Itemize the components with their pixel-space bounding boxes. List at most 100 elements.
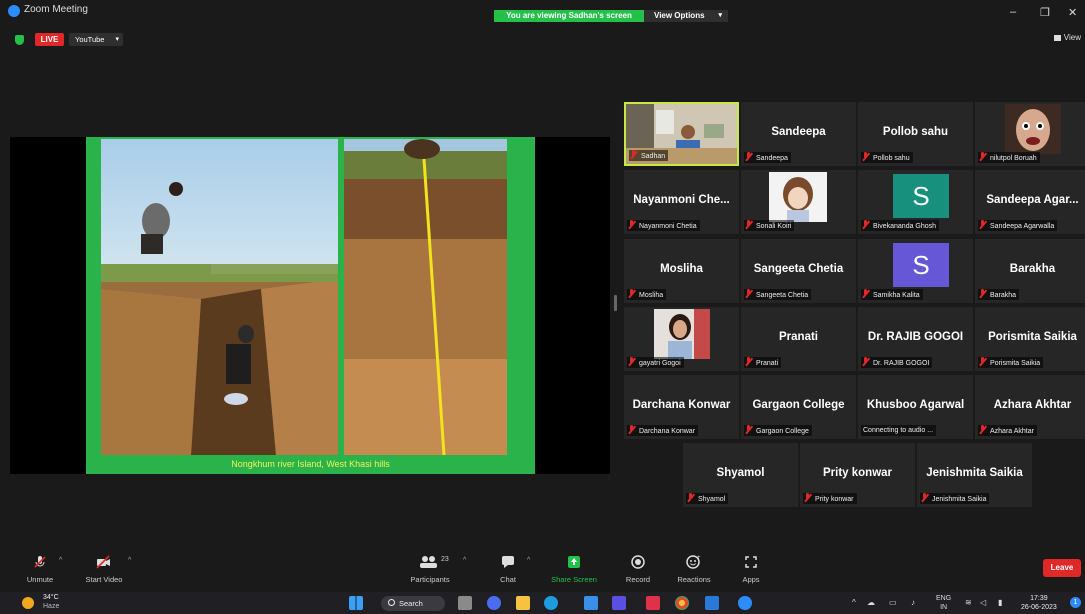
participant-tile-dr-rajib-gogoi[interactable]: Dr. RAJIB GOGOI Dr. RAJIB GOGOI [858, 307, 973, 371]
system-clock[interactable]: 17:39 26-06-2023 [1021, 594, 1057, 612]
chrome-browser-icon[interactable] [675, 596, 689, 610]
unmute-label: Unmute [26, 575, 54, 584]
panel-splitter-handle[interactable] [614, 295, 617, 311]
participant-tile-porismita-saikia[interactable]: Porismita Saikia Porismita Saikia [975, 307, 1085, 371]
participant-photo [654, 309, 710, 359]
mail-app-icon[interactable] [705, 596, 719, 610]
participant-name-text: Nayanmoni Chetia [639, 223, 697, 230]
participant-name-label: Sadhan [629, 150, 669, 161]
participant-name-label: Prity konwar [803, 493, 857, 504]
participant-display-name: Gargaon College [752, 399, 845, 411]
participants-options-caret[interactable]: ^ [463, 557, 466, 564]
minimize-button[interactable]: – [1010, 6, 1016, 18]
participant-tile-pollob-sahu[interactable]: Pollob sahu Pollob sahu [858, 102, 973, 166]
participant-tile-sandeepa[interactable]: Sandeepa Sandeepa [741, 102, 856, 166]
participant-name-text: Connecting to audio ... [863, 427, 934, 434]
maximize-button[interactable]: ❐ [1040, 6, 1050, 19]
participant-tile-prity-konwar[interactable]: Prity konwar Prity konwar [800, 443, 915, 507]
edge-browser-icon[interactable] [544, 596, 558, 610]
trench-photo-illustration [101, 182, 338, 455]
muted-microphone-icon [744, 152, 753, 161]
zoom-logo-icon [8, 5, 20, 17]
show-hidden-icons-chevron[interactable]: ^ [852, 598, 856, 607]
view-button[interactable]: View [1053, 33, 1081, 42]
task-view-icon[interactable] [458, 596, 472, 610]
participant-tile-azhara-akhtar[interactable]: Azhara Akhtar Azhara Akhtar [975, 375, 1085, 439]
participant-name-text: Prity konwar [815, 496, 854, 503]
participant-name-text: Jenishmita Saikia [932, 496, 987, 503]
chat-button[interactable]: Chat [494, 555, 522, 584]
participant-tile-sangeeta-chetia[interactable]: Sangeeta Chetia Sangeeta Chetia [741, 239, 856, 303]
unmute-button[interactable]: Unmute [22, 555, 58, 584]
chat-options-caret[interactable]: ^ [527, 557, 530, 564]
windows-start-icon[interactable] [349, 596, 363, 610]
participant-name-label: Sonali Koiri [744, 220, 795, 231]
language-indicator[interactable]: ENG IN [936, 594, 951, 612]
battery-icon[interactable]: ▮ [998, 598, 1002, 607]
participant-tile-barakha[interactable]: Barakha Barakha [975, 239, 1085, 303]
participant-tile-shyamol[interactable]: Shyamol Shyamol [683, 443, 798, 507]
participant-name-text: Darchana Konwar [639, 428, 696, 435]
audio-options-caret[interactable]: ^ [59, 557, 62, 564]
start-video-button[interactable]: Start Video [80, 555, 128, 584]
youtube-stream-button[interactable]: YouTube ▾ [69, 33, 123, 46]
reactions-button[interactable]: + Reactions [672, 555, 716, 584]
soil-profile-photo [344, 139, 507, 455]
live-badge[interactable]: LIVE [35, 33, 64, 46]
initial-avatar: S [893, 174, 949, 218]
share-screen-button[interactable]: Share Screen [546, 555, 602, 584]
clock-date: 26-06-2023 [1021, 604, 1057, 611]
participant-tile-nilutpol-boruah[interactable]: nilutpol Boruah [975, 102, 1085, 166]
participant-tile-darchana-konwar[interactable]: Darchana Konwar Darchana Konwar [624, 375, 739, 439]
participant-tile-gayatri-gogoi[interactable]: gayatri Gogoi [624, 307, 739, 371]
participant-name-text: Samikha Kalita [873, 292, 920, 299]
close-button[interactable]: ✕ [1068, 6, 1077, 19]
participant-name-text: Shyamol [698, 496, 726, 503]
participant-name-label: Samikha Kalita [861, 289, 923, 300]
security-app-icon[interactable] [646, 596, 660, 610]
record-button[interactable]: Record [620, 555, 656, 584]
muted-microphone-icon [22, 555, 58, 569]
microphone-tray-icon[interactable]: ♪ [911, 598, 915, 607]
zoom-meeting-window: Zoom Meeting – ❐ ✕ You are viewing Sadha… [0, 0, 1085, 614]
participant-tile-sandeepa-agarwalla[interactable]: Sandeepa Agar... Sandeepa Agarwalla [975, 170, 1085, 234]
participant-tile-bivekananda-ghosh[interactable]: S Bivekananda Ghosh [858, 170, 973, 234]
cloud-sync-icon[interactable]: ☁ [867, 598, 875, 607]
participant-name-label: Azhara Akhtar [978, 425, 1037, 436]
muted-microphone-icon [686, 493, 695, 502]
participant-tile-sadhan[interactable]: Sadhan [624, 102, 739, 166]
participant-tile-samikha-kalita[interactable]: S Samikha Kalita [858, 239, 973, 303]
notification-badge[interactable]: 1 [1070, 597, 1081, 608]
view-options-button[interactable]: View Options ▾ [644, 10, 728, 22]
taskbar-search[interactable]: Search [381, 596, 445, 611]
video-options-caret[interactable]: ^ [128, 557, 131, 564]
chat-app-icon[interactable] [487, 596, 501, 610]
participant-name-label: Barakha [978, 289, 1020, 300]
battery-tray-icon[interactable]: ▭ [889, 598, 897, 607]
participant-tile-nayanmoni-chetia[interactable]: Nayanmoni Che... Nayanmoni Chetia [624, 170, 739, 234]
windows-taskbar [0, 592, 1085, 614]
leave-button[interactable]: Leave [1043, 559, 1081, 577]
encryption-shield-icon[interactable] [15, 35, 24, 45]
wifi-icon[interactable]: ≋ [965, 598, 972, 607]
muted-microphone-icon [920, 493, 929, 502]
chevron-down-icon: ▾ [115, 36, 119, 43]
participants-button[interactable]: Participants [402, 555, 458, 584]
view-label: View [1063, 33, 1081, 42]
apps-button[interactable]: Apps [734, 555, 768, 584]
file-explorer-icon[interactable] [516, 596, 530, 610]
participant-name-label: Sangeeta Chetia [744, 289, 812, 300]
volume-icon[interactable]: ◁ [980, 598, 986, 607]
zoom-app-icon[interactable] [738, 596, 752, 610]
participant-tile-jenishmita-saikia[interactable]: Jenishmita Saikia Jenishmita Saikia [917, 443, 1032, 507]
participant-tile-sonali-koiri[interactable]: Sonali Koiri [741, 170, 856, 234]
trench-photo [101, 139, 338, 455]
microsoft-store-icon[interactable] [584, 596, 598, 610]
participant-name-label: Porismita Saikia [978, 357, 1044, 368]
participant-tile-connecting-to-audio[interactable]: Khusboo Agarwal Connecting to audio ... [858, 375, 973, 439]
participant-tile-mosliha[interactable]: Mosliha Mosliha [624, 239, 739, 303]
participant-tile-pranati[interactable]: Pranati Pranati [741, 307, 856, 371]
participant-name-text: Sandeepa Agarwalla [990, 223, 1055, 230]
photo-editor-icon[interactable] [612, 596, 626, 610]
participant-tile-gargaon-college[interactable]: Gargaon College Gargaon College [741, 375, 856, 439]
